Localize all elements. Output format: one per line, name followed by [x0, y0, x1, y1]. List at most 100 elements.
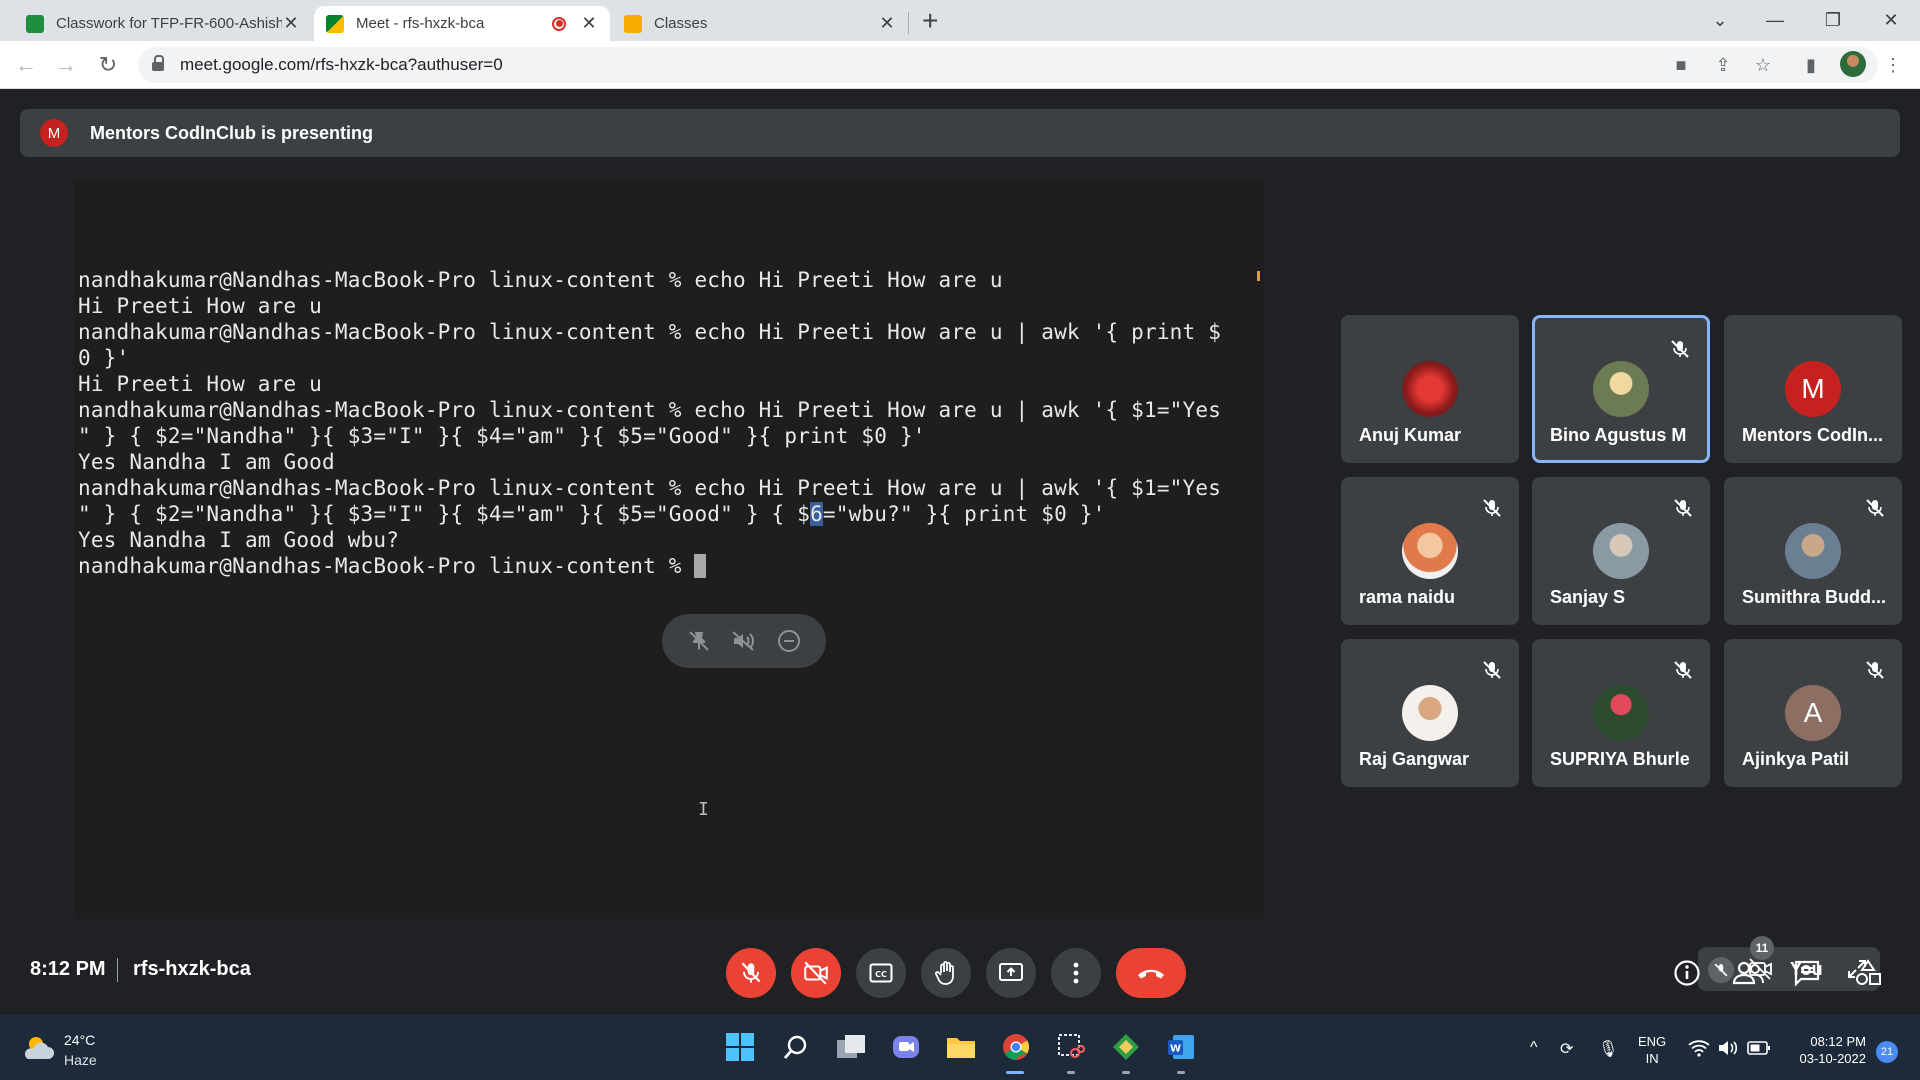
terminal-line: nandhakumar@Nandhas-MacBook-Pro linux-co… — [78, 398, 1222, 422]
participant-tile[interactable]: Bino Agustus M — [1532, 315, 1710, 463]
tab-meet[interactable]: Meet - rfs-hxzk-bca ✕ — [314, 6, 610, 41]
participant-name: Mentors CodIn... — [1742, 425, 1883, 445]
mic-off-icon — [1672, 497, 1694, 519]
chat-icon[interactable] — [1790, 956, 1824, 990]
camera-icon[interactable]: ■ — [1670, 55, 1692, 75]
participant-name: rama naidu — [1359, 587, 1456, 607]
terminal-line: Yes Nandha I am Good — [78, 450, 335, 474]
participant-name: Anuj Kumar — [1359, 425, 1462, 445]
participant-tile[interactable]: Sanjay S — [1532, 477, 1710, 625]
start-icon[interactable] — [724, 1031, 756, 1063]
notification-badge[interactable]: 21 — [1876, 1041, 1898, 1063]
avatar: A — [1785, 685, 1841, 741]
captions-button[interactable]: CC — [856, 948, 906, 998]
search-icon[interactable] — [780, 1031, 812, 1063]
terminal-line: 0 }' — [78, 346, 130, 370]
snipping-tool-icon[interactable] — [1055, 1031, 1087, 1063]
terminal-prompt-line: nandhakumar@Nandhas-MacBook-Pro linux-co… — [78, 553, 707, 579]
shared-screen-terminal: nandhakumar@Nandhas-MacBook-Pro linux-co… — [74, 179, 1264, 919]
show-hidden-icons-icon[interactable]: ^ — [1530, 1039, 1538, 1057]
side-panel-icon[interactable]: ▮ — [1800, 55, 1822, 75]
profile-avatar[interactable] — [1840, 51, 1866, 77]
back-arrow-icon[interactable]: ← — [12, 51, 40, 79]
close-tab-icon[interactable]: ✕ — [282, 13, 300, 34]
avatar — [1593, 523, 1649, 579]
terminal-line: Yes Nandha I am Good wbu? — [78, 528, 400, 552]
clock-time: 08:12 PM — [1810, 1034, 1866, 1049]
leave-call-button[interactable] — [1116, 948, 1186, 998]
app-indicator — [1067, 1071, 1075, 1074]
participant-tile[interactable]: SUPRIYA Bhurle — [1532, 639, 1710, 787]
browser-toolbar: ← → ↻ meet.google.com/rfs-hxzk-bca?authu… — [0, 41, 1920, 89]
weather-description[interactable]: Haze — [64, 1052, 97, 1068]
weather-icon[interactable] — [22, 1033, 56, 1063]
tab-title: Meet - rfs-hxzk-bca — [356, 15, 485, 32]
new-tab-button[interactable]: + — [922, 6, 938, 36]
language-code: ENG — [1638, 1034, 1667, 1049]
participant-tile[interactable]: Sumithra Budd... — [1724, 477, 1902, 625]
close-tab-icon[interactable]: ✕ — [878, 13, 896, 34]
file-explorer-icon[interactable] — [945, 1031, 977, 1063]
address-bar[interactable]: meet.google.com/rfs-hxzk-bca?authuser=0 — [138, 47, 1878, 83]
activities-icon[interactable] — [1851, 956, 1885, 990]
remove-icon[interactable] — [775, 627, 803, 655]
task-view-icon[interactable] — [835, 1031, 867, 1063]
avatar — [1785, 523, 1841, 579]
close-window-button[interactable]: ✕ — [1871, 4, 1911, 36]
presenting-banner: M Mentors CodInClub is presenting — [20, 109, 1900, 157]
teams-chat-icon[interactable] — [890, 1031, 922, 1063]
people-icon[interactable] — [1731, 956, 1765, 990]
mic-off-icon — [1481, 659, 1503, 681]
sync-icon[interactable]: ⟳ — [1560, 1039, 1573, 1059]
close-tab-icon[interactable]: ✕ — [580, 13, 598, 34]
tab-search-icon[interactable]: ⌄ — [1700, 4, 1740, 36]
microphone-icon[interactable]: 🎙 — [1598, 1039, 1618, 1059]
raise-hand-button[interactable] — [921, 948, 971, 998]
classroom-favicon-icon — [26, 14, 44, 33]
weather-temperature[interactable]: 24°C — [64, 1032, 95, 1048]
present-screen-button[interactable] — [986, 948, 1036, 998]
url-text: meet.google.com/rfs-hxzk-bca?authuser=0 — [180, 55, 503, 74]
bookmark-star-icon[interactable]: ☆ — [1752, 55, 1774, 75]
participant-name: Bino Agustus M — [1550, 425, 1687, 445]
tab-classwork[interactable]: Classwork for TFP-FR-600-Ashish ✕ — [14, 6, 312, 41]
meeting-code: rfs-hxzk-bca — [133, 958, 251, 980]
terminal-line: " } { $2="Nandha" }{ $3="I" }{ $4="am" }… — [78, 424, 926, 448]
minimize-button[interactable]: — — [1755, 4, 1795, 36]
app-icon[interactable] — [1110, 1031, 1142, 1063]
app-indicator — [1122, 1071, 1130, 1074]
maximize-button[interactable]: ❐ — [1813, 4, 1853, 36]
terminal-text: " } { $2="Nandha" }{ $3="I" }{ $4="am" }… — [78, 502, 811, 526]
reload-icon[interactable]: ↻ — [94, 51, 122, 79]
battery-icon[interactable] — [1747, 1040, 1771, 1061]
system-clock[interactable]: 08:12 PM 03-10-2022 — [1788, 1033, 1867, 1067]
mic-off-icon — [1481, 497, 1503, 519]
camera-toggle-button[interactable] — [791, 948, 841, 998]
participant-tile[interactable]: M Mentors CodIn... — [1724, 315, 1902, 463]
tab-title: Classwork for TFP-FR-600-Ashish — [56, 15, 282, 32]
language-region: IN — [1645, 1051, 1659, 1066]
windows-taskbar: 24°C Haze W ^ ⟳ 🎙 ENG IN 08:12 PM 03-10-… — [0, 1015, 1920, 1080]
language-indicator[interactable]: ENG IN — [1638, 1033, 1666, 1067]
participant-tile[interactable]: Raj Gangwar — [1341, 639, 1519, 787]
mute-audio-icon[interactable] — [730, 627, 758, 655]
presenting-text: Mentors CodInClub is presenting — [90, 122, 374, 143]
volume-icon[interactable] — [1717, 1039, 1739, 1062]
wifi-icon[interactable] — [1688, 1039, 1710, 1062]
microphone-toggle-button[interactable] — [726, 948, 776, 998]
unpin-icon[interactable] — [685, 627, 713, 655]
terminal-line: nandhakumar@Nandhas-MacBook-Pro linux-co… — [78, 320, 1222, 344]
participant-tile[interactable]: rama naidu — [1341, 477, 1519, 625]
participant-tile[interactable]: A Ajinkya Patil — [1724, 639, 1902, 787]
menu-dots-icon[interactable]: ⋮ — [1882, 55, 1904, 75]
word-icon[interactable]: W — [1165, 1031, 1197, 1063]
terminal-text: nandhakumar@Nandhas-MacBook-Pro linux-co… — [78, 554, 695, 578]
divider — [117, 958, 118, 982]
chrome-icon[interactable] — [1000, 1031, 1032, 1063]
tab-classes[interactable]: Classes ✕ — [612, 6, 908, 41]
meeting-details-icon[interactable] — [1670, 956, 1704, 990]
share-icon[interactable]: ⇪ — [1712, 55, 1734, 75]
participant-tile[interactable]: Anuj Kumar — [1341, 315, 1519, 463]
forward-arrow-icon[interactable]: → — [52, 51, 80, 79]
more-options-button[interactable] — [1051, 948, 1101, 998]
